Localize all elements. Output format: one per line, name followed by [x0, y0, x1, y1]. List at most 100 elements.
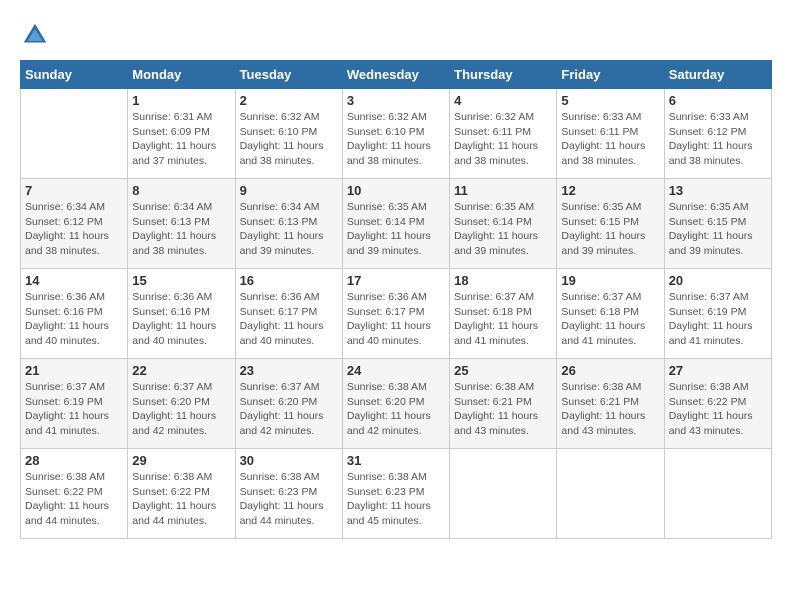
day-info: Sunrise: 6:38 AM Sunset: 6:23 PM Dayligh… — [240, 470, 338, 529]
calendar-cell: 25 Sunrise: 6:38 AM Sunset: 6:21 PM Dayli… — [450, 359, 557, 449]
calendar-cell: 13 Sunrise: 6:35 AM Sunset: 6:15 PM Dayli… — [664, 179, 771, 269]
day-info: Sunrise: 6:36 AM Sunset: 6:16 PM Dayligh… — [25, 290, 123, 349]
calendar-cell: 6 Sunrise: 6:33 AM Sunset: 6:12 PM Daylig… — [664, 89, 771, 179]
day-info: Sunrise: 6:38 AM Sunset: 6:23 PM Dayligh… — [347, 470, 445, 529]
day-info: Sunrise: 6:38 AM Sunset: 6:22 PM Dayligh… — [25, 470, 123, 529]
calendar-cell: 22 Sunrise: 6:37 AM Sunset: 6:20 PM Dayli… — [128, 359, 235, 449]
day-info: Sunrise: 6:35 AM Sunset: 6:15 PM Dayligh… — [669, 200, 767, 259]
day-info: Sunrise: 6:35 AM Sunset: 6:14 PM Dayligh… — [347, 200, 445, 259]
calendar-table: SundayMondayTuesdayWednesdayThursdayFrid… — [20, 60, 772, 539]
calendar-cell — [664, 449, 771, 539]
day-info: Sunrise: 6:33 AM Sunset: 6:12 PM Dayligh… — [669, 110, 767, 169]
day-info: Sunrise: 6:38 AM Sunset: 6:21 PM Dayligh… — [561, 380, 659, 439]
calendar-cell: 19 Sunrise: 6:37 AM Sunset: 6:18 PM Dayli… — [557, 269, 664, 359]
calendar-cell: 29Sunrise: 6:38 AM Sunset: 6:22 PM Dayli… — [128, 449, 235, 539]
day-number: 12 — [561, 183, 659, 198]
day-info: Sunrise: 6:37 AM Sunset: 6:20 PM Dayligh… — [132, 380, 230, 439]
day-number: 16 — [240, 273, 338, 288]
day-number: 17 — [347, 273, 445, 288]
day-number: 13 — [669, 183, 767, 198]
calendar-cell: 7 Sunrise: 6:34 AM Sunset: 6:12 PM Daylig… — [21, 179, 128, 269]
calendar-cell: 24 Sunrise: 6:38 AM Sunset: 6:20 PM Dayli… — [342, 359, 449, 449]
page-header — [20, 20, 772, 50]
day-number: 19 — [561, 273, 659, 288]
calendar-cell: 28 Sunrise: 6:38 AM Sunset: 6:22 PM Dayli… — [21, 449, 128, 539]
day-number: 28 — [25, 453, 123, 468]
header-day-sunday: Sunday — [21, 61, 128, 89]
header-day-monday: Monday — [128, 61, 235, 89]
header-day-saturday: Saturday — [664, 61, 771, 89]
calendar-cell: 2Sunrise: 6:32 AM Sunset: 6:10 PM Daylig… — [235, 89, 342, 179]
day-info: Sunrise: 6:37 AM Sunset: 6:18 PM Dayligh… — [561, 290, 659, 349]
calendar-cell — [557, 449, 664, 539]
calendar-week-4: 21Sunrise: 6:37 AM Sunset: 6:19 PM Dayli… — [21, 359, 772, 449]
header-day-thursday: Thursday — [450, 61, 557, 89]
day-info: Sunrise: 6:37 AM Sunset: 6:19 PM Dayligh… — [669, 290, 767, 349]
calendar-cell: 31 Sunrise: 6:38 AM Sunset: 6:23 PM Dayli… — [342, 449, 449, 539]
calendar-week-1: 1 Sunrise: 6:31 AM Sunset: 6:09 PM Daylig… — [21, 89, 772, 179]
calendar-header: SundayMondayTuesdayWednesdayThursdayFrid… — [21, 61, 772, 89]
day-info: Sunrise: 6:38 AM Sunset: 6:21 PM Dayligh… — [454, 380, 552, 439]
day-info: Sunrise: 6:37 AM Sunset: 6:20 PM Dayligh… — [240, 380, 338, 439]
day-info: Sunrise: 6:38 AM Sunset: 6:22 PM Dayligh… — [669, 380, 767, 439]
day-number: 8 — [132, 183, 230, 198]
day-info: Sunrise: 6:35 AM Sunset: 6:14 PM Dayligh… — [454, 200, 552, 259]
day-number: 4 — [454, 93, 552, 108]
calendar-cell: 17 Sunrise: 6:36 AM Sunset: 6:17 PM Dayli… — [342, 269, 449, 359]
calendar-cell: 15Sunrise: 6:36 AM Sunset: 6:16 PM Dayli… — [128, 269, 235, 359]
day-info: Sunrise: 6:36 AM Sunset: 6:17 PM Dayligh… — [347, 290, 445, 349]
day-number: 1 — [132, 93, 230, 108]
day-number: 25 — [454, 363, 552, 378]
day-info: Sunrise: 6:32 AM Sunset: 6:11 PM Dayligh… — [454, 110, 552, 169]
calendar-cell: 4 Sunrise: 6:32 AM Sunset: 6:11 PM Daylig… — [450, 89, 557, 179]
calendar-cell: 30 Sunrise: 6:38 AM Sunset: 6:23 PM Dayli… — [235, 449, 342, 539]
day-info: Sunrise: 6:36 AM Sunset: 6:17 PM Dayligh… — [240, 290, 338, 349]
day-number: 23 — [240, 363, 338, 378]
calendar-week-2: 7 Sunrise: 6:34 AM Sunset: 6:12 PM Daylig… — [21, 179, 772, 269]
day-number: 7 — [25, 183, 123, 198]
calendar-week-3: 14 Sunrise: 6:36 AM Sunset: 6:16 PM Dayli… — [21, 269, 772, 359]
day-info: Sunrise: 6:34 AM Sunset: 6:13 PM Dayligh… — [240, 200, 338, 259]
day-info: Sunrise: 6:37 AM Sunset: 6:19 PM Dayligh… — [25, 380, 123, 439]
day-number: 20 — [669, 273, 767, 288]
day-info: Sunrise: 6:36 AM Sunset: 6:16 PM Dayligh… — [132, 290, 230, 349]
header-row: SundayMondayTuesdayWednesdayThursdayFrid… — [21, 61, 772, 89]
calendar-cell: 14 Sunrise: 6:36 AM Sunset: 6:16 PM Dayli… — [21, 269, 128, 359]
day-info: Sunrise: 6:38 AM Sunset: 6:22 PM Dayligh… — [132, 470, 230, 529]
calendar-cell: 5 Sunrise: 6:33 AM Sunset: 6:11 PM Daylig… — [557, 89, 664, 179]
day-info: Sunrise: 6:31 AM Sunset: 6:09 PM Dayligh… — [132, 110, 230, 169]
calendar-cell: 20 Sunrise: 6:37 AM Sunset: 6:19 PM Dayli… — [664, 269, 771, 359]
calendar-cell: 27Sunrise: 6:38 AM Sunset: 6:22 PM Dayli… — [664, 359, 771, 449]
calendar-cell: 16 Sunrise: 6:36 AM Sunset: 6:17 PM Dayli… — [235, 269, 342, 359]
header-day-friday: Friday — [557, 61, 664, 89]
calendar-cell — [450, 449, 557, 539]
calendar-cell: 9Sunrise: 6:34 AM Sunset: 6:13 PM Daylig… — [235, 179, 342, 269]
calendar-cell: 8Sunrise: 6:34 AM Sunset: 6:13 PM Daylig… — [128, 179, 235, 269]
day-number: 30 — [240, 453, 338, 468]
header-day-tuesday: Tuesday — [235, 61, 342, 89]
calendar-cell: 26 Sunrise: 6:38 AM Sunset: 6:21 PM Dayli… — [557, 359, 664, 449]
day-number: 11 — [454, 183, 552, 198]
calendar-week-5: 28 Sunrise: 6:38 AM Sunset: 6:22 PM Dayli… — [21, 449, 772, 539]
calendar-cell: 3 Sunrise: 6:32 AM Sunset: 6:10 PM Daylig… — [342, 89, 449, 179]
logo — [20, 20, 54, 50]
day-number: 26 — [561, 363, 659, 378]
day-number: 24 — [347, 363, 445, 378]
day-number: 6 — [669, 93, 767, 108]
calendar-cell: 18Sunrise: 6:37 AM Sunset: 6:18 PM Dayli… — [450, 269, 557, 359]
day-info: Sunrise: 6:32 AM Sunset: 6:10 PM Dayligh… — [240, 110, 338, 169]
day-number: 31 — [347, 453, 445, 468]
day-info: Sunrise: 6:38 AM Sunset: 6:20 PM Dayligh… — [347, 380, 445, 439]
day-info: Sunrise: 6:32 AM Sunset: 6:10 PM Dayligh… — [347, 110, 445, 169]
calendar-cell: 23 Sunrise: 6:37 AM Sunset: 6:20 PM Dayli… — [235, 359, 342, 449]
day-info: Sunrise: 6:33 AM Sunset: 6:11 PM Dayligh… — [561, 110, 659, 169]
day-number: 5 — [561, 93, 659, 108]
day-number: 10 — [347, 183, 445, 198]
calendar-body: 1 Sunrise: 6:31 AM Sunset: 6:09 PM Daylig… — [21, 89, 772, 539]
calendar-cell: 12Sunrise: 6:35 AM Sunset: 6:15 PM Dayli… — [557, 179, 664, 269]
day-number: 3 — [347, 93, 445, 108]
day-number: 14 — [25, 273, 123, 288]
calendar-cell: 10 Sunrise: 6:35 AM Sunset: 6:14 PM Dayli… — [342, 179, 449, 269]
day-info: Sunrise: 6:34 AM Sunset: 6:12 PM Dayligh… — [25, 200, 123, 259]
day-number: 22 — [132, 363, 230, 378]
